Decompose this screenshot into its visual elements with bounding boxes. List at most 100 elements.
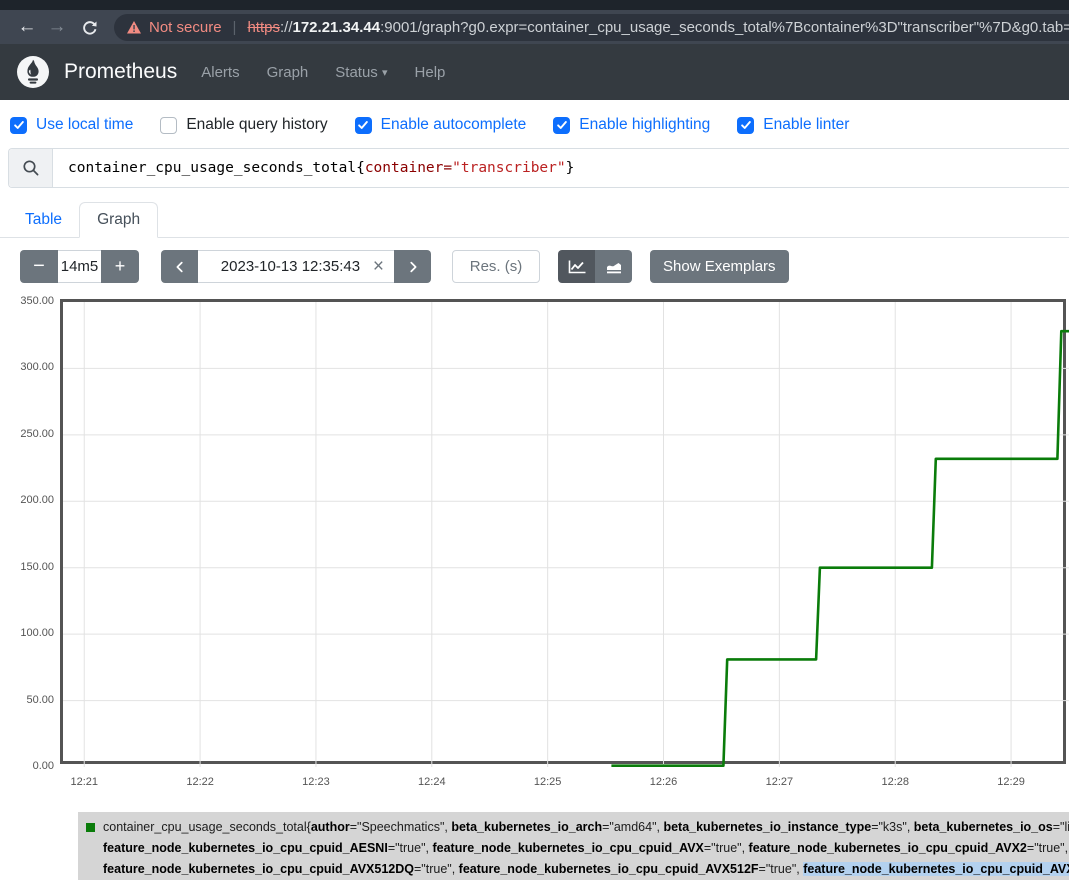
prometheus-logo[interactable] [16, 55, 50, 89]
option-enable-highlighting[interactable]: Enable highlighting [553, 116, 710, 134]
checked-checkbox[interactable] [553, 117, 570, 134]
url-scheme: https [247, 19, 280, 36]
prometheus-navbar: Prometheus Alerts Graph Status ▾ Help [0, 44, 1069, 100]
tab-table[interactable]: Table [8, 203, 79, 237]
not-secure-label: Not secure [149, 19, 222, 36]
query-label-name: container= [365, 160, 452, 176]
tab-graph[interactable]: Graph [79, 202, 158, 238]
legend-line: feature_node_kubernetes_io_cpu_cpuid_AES… [103, 838, 1063, 859]
url-separator: :// [280, 19, 293, 36]
legend-label-value: ="true", [414, 862, 459, 876]
query-label-value: "transcriber" [452, 160, 566, 176]
chevron-down-icon: ▾ [382, 67, 388, 79]
option-enable-autocomplete[interactable]: Enable autocomplete [355, 116, 527, 134]
legend-text: container_cpu_usage_seconds_total{author… [103, 817, 1063, 880]
legend-label-value: ="Speechmatics", [350, 820, 452, 834]
warning-icon [126, 20, 142, 35]
range-decrease-button[interactable]: − [20, 250, 58, 283]
show-exemplars-button[interactable]: Show Exemplars [650, 250, 789, 283]
chevron-left-icon [173, 260, 187, 274]
url-path: :9001/graph?g0.expr=container_cpu_usage_… [380, 19, 1069, 36]
x-axis-tick-label: 12:26 [650, 776, 678, 788]
y-axis-tick-label: 150.00 [0, 561, 54, 573]
range-increase-button[interactable]: + [101, 250, 139, 283]
legend-label-value: ="true", [388, 841, 433, 855]
y-axis-tick-label: 50.00 [0, 694, 54, 706]
app-title[interactable]: Prometheus [64, 60, 177, 84]
legend-label-name: feature_node_kubernetes_io_cpu_cpuid_AES… [103, 841, 388, 855]
x-axis-tick-label: 12:24 [418, 776, 446, 788]
legend-label-name: author [311, 820, 350, 834]
nav-link-status[interactable]: Status ▾ [335, 64, 387, 81]
browser-forward-button[interactable]: → [42, 16, 72, 38]
clear-datetime-icon[interactable]: × [373, 257, 384, 276]
range-duration-input[interactable]: 14m5 [58, 250, 101, 283]
option-use-local-time[interactable]: Use local time [10, 116, 133, 134]
option-label[interactable]: Enable query history [186, 116, 327, 134]
search-icon [22, 159, 40, 177]
query-expression-input[interactable]: container_cpu_usage_seconds_total{contai… [53, 149, 1069, 187]
datetime-group: 2023-10-13 12:35:43 × [161, 250, 431, 283]
address-bar[interactable]: Not secure | https://172.21.34.44:9001/g… [114, 14, 1069, 41]
y-axis-tick-label: 350.00 [0, 295, 54, 307]
legend-label-name: feature_node_kubernetes_io_cpu_cpuid_AVX… [749, 841, 1027, 855]
nav-link-graph[interactable]: Graph [267, 64, 309, 81]
check-icon [357, 119, 369, 131]
query-metric: container_cpu_usage_seconds_total{ [68, 160, 365, 176]
option-label[interactable]: Enable linter [763, 116, 849, 134]
check-icon [740, 119, 752, 131]
legend-label-value: ="true", [1027, 841, 1069, 855]
query-search-addon [9, 149, 53, 187]
checked-checkbox[interactable] [10, 117, 27, 134]
option-label[interactable]: Use local time [36, 116, 133, 134]
datetime-input[interactable]: 2023-10-13 12:35:43 × [198, 250, 394, 283]
plot-canvas[interactable] [60, 299, 1066, 764]
y-axis-tick-label: 300.00 [0, 361, 54, 373]
legend-item[interactable]: container_cpu_usage_seconds_total{author… [78, 812, 1069, 880]
chart-svg [63, 302, 1069, 767]
legend-label-value: ="linux", [1053, 820, 1069, 834]
legend-label-name: feature_node_kubernetes_io_cpu_cpuid_AVX… [459, 862, 759, 876]
option-label[interactable]: Enable autocomplete [381, 116, 527, 134]
legend-label-name: feature_node_kubernetes_io_cpu_cpuid_AVX… [103, 862, 414, 876]
option-enable-linter[interactable]: Enable linter [737, 116, 849, 134]
graph-controls: − 14m5 + 2023-10-13 12:35:43 × Res. (s) [20, 250, 1069, 283]
browser-back-button[interactable]: ← [12, 16, 42, 38]
checked-checkbox[interactable] [355, 117, 372, 134]
x-axis-tick-label: 12:27 [766, 776, 794, 788]
chevron-right-icon [406, 260, 420, 274]
reload-icon [81, 19, 98, 36]
checked-checkbox[interactable] [737, 117, 754, 134]
x-axis-tick-label: 12:25 [534, 776, 562, 788]
url-text: https://172.21.34.44:9001/graph?g0.expr=… [247, 19, 1069, 36]
datetime-value: 2023-10-13 12:35:43 [208, 258, 373, 275]
option-enable-query-history[interactable]: Enable query history [160, 116, 327, 134]
time-back-button[interactable] [161, 250, 198, 283]
legend-label-name: beta_kubernetes_io_arch [451, 820, 602, 834]
line-chart-icon [567, 259, 587, 275]
legend-label-name: feature_node_kubernetes_io_cpu_cpuid_AVX [432, 841, 703, 855]
time-forward-button[interactable] [394, 250, 431, 283]
browser-reload-button[interactable] [72, 19, 106, 36]
nav-link-alerts[interactable]: Alerts [201, 64, 239, 81]
resolution-input[interactable]: Res. (s) [452, 250, 540, 283]
legend-line: container_cpu_usage_seconds_total{author… [103, 817, 1063, 838]
option-label[interactable]: Enable highlighting [579, 116, 710, 134]
line-chart-toggle-button[interactable] [558, 250, 595, 283]
options-row: Use local time Enable query history Enable… [0, 100, 1069, 147]
unchecked-checkbox[interactable] [160, 117, 177, 134]
query-close-brace: } [566, 160, 575, 176]
y-axis-tick-label: 250.00 [0, 428, 54, 440]
stacked-chart-toggle-button[interactable] [595, 250, 632, 283]
legend-label-value: container_cpu_usage_seconds_total{ [103, 820, 311, 834]
legend-label-value: ="true", [704, 841, 749, 855]
x-axis-tick-label: 12:29 [997, 776, 1025, 788]
series-swatch-icon [86, 823, 95, 832]
nav-link-help[interactable]: Help [415, 64, 446, 81]
y-axis-tick-label: 0.00 [0, 760, 54, 772]
x-axis-tick-label: 12:22 [186, 776, 214, 788]
legend-line: feature_node_kubernetes_io_cpu_cpuid_AVX… [103, 859, 1063, 880]
query-input-group: container_cpu_usage_seconds_total{contai… [8, 148, 1069, 188]
x-axis-tick-label: 12:21 [70, 776, 98, 788]
y-axis-tick-label: 100.00 [0, 627, 54, 639]
